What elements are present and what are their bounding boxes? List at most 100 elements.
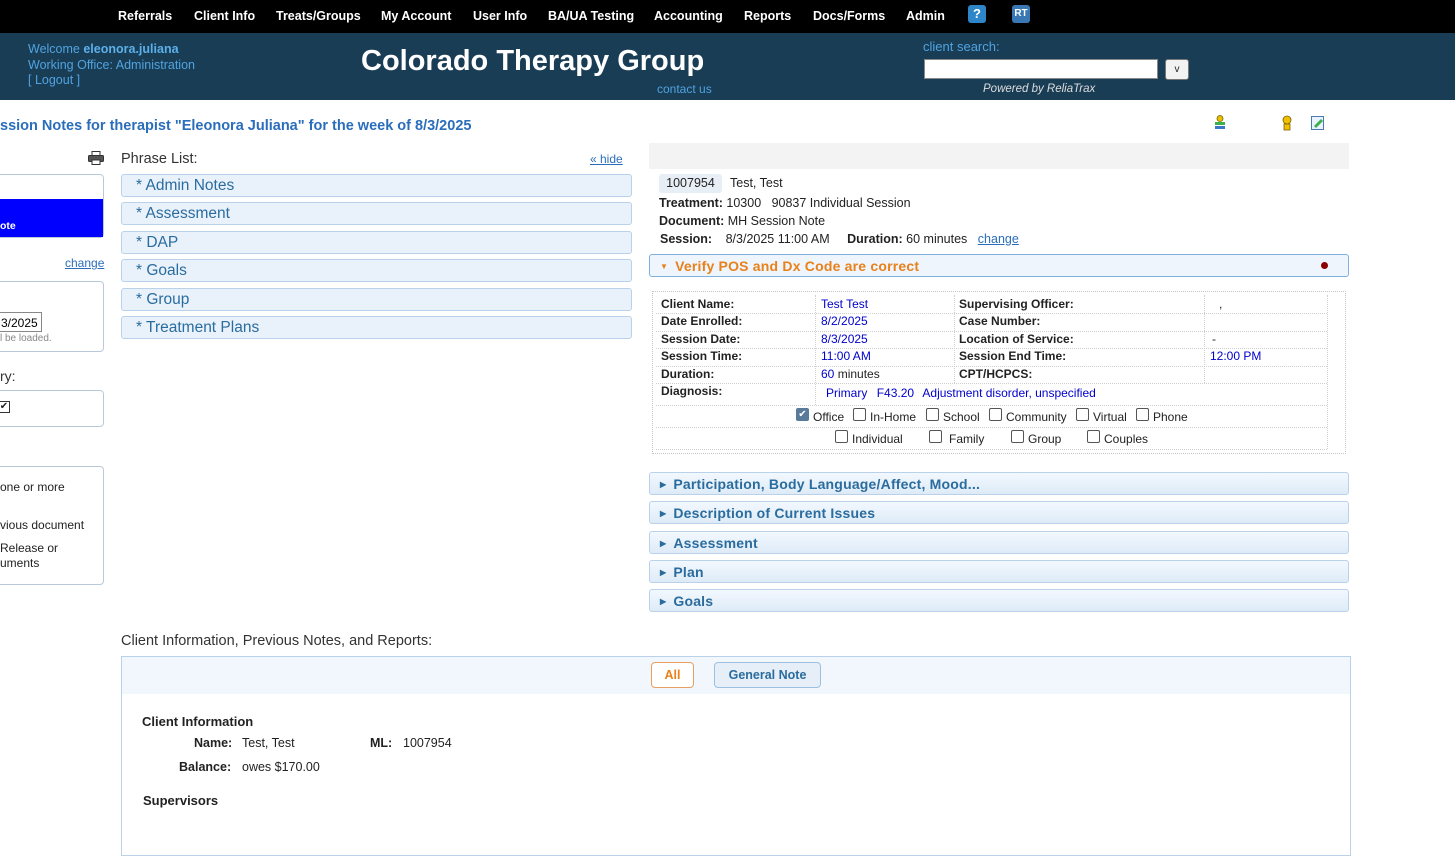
category-checkbox[interactable]: ✔ — [0, 401, 10, 413]
pos-phone-checkbox[interactable] — [1136, 408, 1149, 421]
value-session-end-time: 12:00 PM — [1210, 349, 1262, 363]
section-plan-title: Plan — [673, 564, 704, 580]
client-search-input[interactable] — [924, 59, 1158, 79]
selected-document-label: ote — [0, 220, 16, 232]
nav-accounting[interactable]: Accounting — [654, 9, 723, 23]
info-line-2: vious document — [0, 518, 85, 532]
dx-type: Primary — [826, 386, 868, 400]
week-date-input[interactable] — [0, 312, 42, 332]
type-individual-checkbox[interactable] — [835, 430, 848, 443]
type-individual-label: Individual — [852, 432, 903, 446]
label-session-end-time: Session End Time: — [959, 349, 1067, 363]
duration-unit: minutes — [837, 367, 880, 381]
pos-community-label: Community — [1006, 410, 1067, 424]
type-family-checkbox[interactable] — [929, 430, 942, 443]
type-group-checkbox[interactable] — [1011, 430, 1024, 443]
value-session-time: 11:00 AM — [821, 349, 871, 363]
username: eleonora.juliana — [83, 42, 179, 56]
nav-admin[interactable]: Admin — [906, 9, 945, 23]
selected-document-item[interactable]: ote — [0, 199, 103, 237]
tab-general-note[interactable]: General Note — [714, 662, 821, 688]
session-label: Session: — [660, 232, 713, 246]
phrase-goals[interactable]: * Goals — [121, 259, 632, 282]
pos-in-home-label: In-Home — [870, 410, 917, 424]
nav-treats-groups[interactable]: Treats/Groups — [276, 9, 361, 23]
label-session-date: Session Date: — [661, 332, 741, 346]
session-change-link[interactable]: change — [978, 232, 1019, 246]
page-title: ssion Notes for therapist "Eleonora Juli… — [0, 118, 472, 134]
client-search-label: client search: — [923, 39, 1000, 54]
user-icon[interactable] — [1279, 115, 1295, 131]
org-title: Colorado Therapy Group — [361, 45, 705, 77]
duration-value: 60 minutes — [906, 232, 968, 246]
client-info-heading: Client Information — [142, 714, 254, 729]
phrase-dap[interactable]: * DAP — [121, 231, 632, 254]
phrase-group[interactable]: * Group — [121, 288, 632, 311]
expand-triangle-icon: ▶ — [660, 568, 667, 577]
nav-reports[interactable]: Reports — [744, 9, 791, 23]
tab-all[interactable]: All — [651, 662, 694, 688]
reliatrax-icon[interactable]: RT — [1012, 5, 1030, 23]
value-duration: 60 minutes — [821, 367, 880, 381]
working-office: Working Office: Administration — [28, 57, 195, 72]
edit-note-icon[interactable] — [1310, 115, 1326, 131]
pos-office-checkbox[interactable]: ✔ — [796, 408, 809, 421]
label-date-enrolled: Date Enrolled: — [661, 314, 743, 328]
label-client-name: Client Name: — [661, 297, 735, 311]
label-session-time: Session Time: — [661, 349, 743, 363]
section-participation[interactable]: ▶ Participation, Body Language/Affect, Mo… — [649, 472, 1349, 495]
section-goals[interactable]: ▶ Goals — [649, 589, 1349, 612]
pos-school-checkbox[interactable] — [926, 408, 939, 421]
pos-virtual-checkbox[interactable] — [1076, 408, 1089, 421]
value-location-of-service: - — [1212, 332, 1216, 346]
ml-value: 1007954 — [403, 736, 452, 750]
type-couples-label: Couples — [1104, 432, 1149, 446]
category-box — [0, 390, 104, 427]
balance-value: owes $170.00 — [242, 760, 320, 774]
phrase-treatment-plans[interactable]: * Treatment Plans — [121, 316, 632, 339]
type-couples-checkbox[interactable] — [1087, 430, 1100, 443]
pos-in-home-checkbox[interactable] — [853, 408, 866, 421]
contact-link[interactable]: contact us — [657, 82, 712, 96]
collapse-triangle-icon: ▼ — [660, 262, 669, 271]
expand-triangle-icon: ▶ — [660, 509, 667, 518]
welcome-block: Welcome eleonora.juliana Working Office:… — [28, 42, 195, 89]
nav-ba-ua-testing[interactable]: BA/UA Testing — [548, 9, 634, 23]
document-row: Document: MH Session Note — [659, 214, 825, 228]
client-info-label: Client Information, Previous Notes, and … — [121, 633, 433, 649]
value-date-enrolled: 8/2/2025 — [821, 314, 868, 328]
client-search-button[interactable]: v — [1165, 59, 1189, 80]
nav-docs-forms[interactable]: Docs/Forms — [813, 9, 885, 23]
section-current-issues[interactable]: ▶ Description of Current Issues — [649, 501, 1349, 524]
phrase-admin-notes[interactable]: * Admin Notes — [121, 174, 632, 197]
top-nav: Referrals Client Info Treats/Groups My A… — [0, 0, 1455, 33]
logout-link[interactable]: [ Logout ] — [28, 73, 80, 87]
nav-my-account[interactable]: My Account — [381, 9, 451, 23]
pos-community-checkbox[interactable] — [989, 408, 1002, 421]
powered-by: Powered by ReliaTrax — [983, 83, 1096, 95]
verify-section-title: Verify POS and Dx Code are correct — [675, 258, 920, 274]
verify-table: Client Name: Date Enrolled: Session Date… — [652, 291, 1346, 454]
people-icon[interactable] — [1212, 115, 1228, 131]
label-location-of-service: Location of Service: — [959, 332, 1074, 346]
verify-section-header[interactable]: ▼ Verify POS and Dx Code are correct — [649, 254, 1349, 277]
help-icon[interactable]: ? — [968, 5, 986, 23]
label-case-number: Case Number: — [959, 314, 1041, 328]
nav-user-info[interactable]: User Info — [473, 9, 527, 23]
hide-phrase-list-link[interactable]: « hide — [590, 152, 623, 166]
section-assessment[interactable]: ▶ Assessment — [649, 531, 1349, 554]
section-plan[interactable]: ▶ Plan — [649, 560, 1349, 583]
nav-referrals[interactable]: Referrals — [118, 9, 172, 23]
section-current-issues-title: Description of Current Issues — [673, 505, 876, 521]
print-icon[interactable] — [88, 151, 104, 165]
phrase-assessment[interactable]: * Assessment — [121, 202, 632, 225]
dx-description: Adjustment disorder, unspecified — [922, 386, 1096, 400]
nav-client-info[interactable]: Client Info — [194, 9, 255, 23]
pos-virtual-label: Virtual — [1093, 410, 1127, 424]
client-info-box: All General Note Client Information Name… — [121, 656, 1351, 856]
duration-number: 60 — [821, 367, 835, 381]
value-client-name: Test Test — [821, 297, 869, 311]
left-change-link[interactable]: change — [65, 256, 104, 270]
client-name-value: Test, Test — [242, 736, 295, 750]
client-info-tabs: All General Note — [122, 657, 1350, 694]
